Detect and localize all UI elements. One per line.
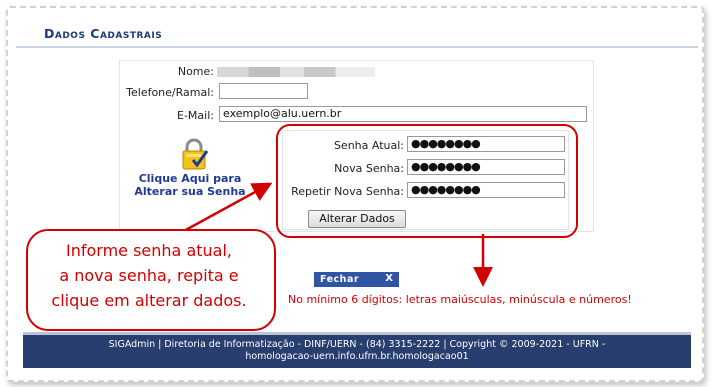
instruction-callout-text: Informe senha atual, a nova senha, repit… xyxy=(30,238,268,313)
password-rule-note: No mínimo 6 dígitos: letras maiúsculas, … xyxy=(288,293,632,306)
close-bar[interactable]: Fechar X xyxy=(314,272,399,287)
close-icon[interactable]: X xyxy=(385,273,393,284)
callout-line2: a nova senha, repita e xyxy=(59,266,239,285)
callout-line3: clique em alterar dados. xyxy=(51,291,247,310)
close-label[interactable]: Fechar xyxy=(320,274,359,285)
footer-line1: SIGAdmin | Diretoria de Informatização -… xyxy=(108,339,606,350)
callout-arrow xyxy=(181,182,273,234)
callout-line1: Informe senha atual, xyxy=(66,241,232,260)
footer-text: SIGAdmin | Diretoria de Informatização -… xyxy=(23,339,691,363)
footer-line2: homologacao-uern.info.ufrn.br.homologaca… xyxy=(245,351,469,362)
footer: SIGAdmin | Diretoria de Informatização -… xyxy=(23,332,691,368)
